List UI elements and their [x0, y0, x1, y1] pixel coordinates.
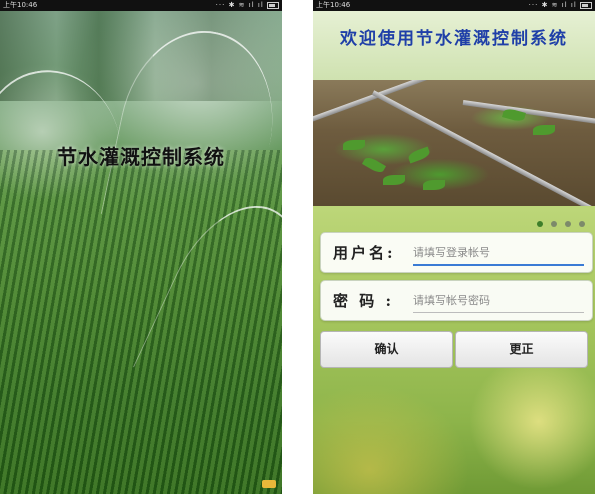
seedling-leaf: [361, 155, 387, 175]
status-time: 上午10:46: [3, 1, 38, 9]
carousel-dot[interactable]: [564, 221, 571, 227]
seedling-leaf: [406, 146, 432, 164]
password-input[interactable]: [413, 290, 583, 310]
seedling-leaf: [383, 175, 405, 185]
password-underline: [413, 312, 584, 313]
username-label: 用户名:: [333, 244, 396, 262]
drip-pipe: [313, 80, 455, 125]
username-focus-underline: [413, 264, 584, 266]
password-label: 密 码 :: [333, 292, 394, 310]
corner-logo-icon: [262, 480, 276, 488]
signal-wifi-icons: ··· ✱ ≋ ıl ıl: [528, 1, 577, 9]
password-row: 密 码 :: [320, 280, 593, 321]
carousel-banner-image[interactable]: [313, 80, 595, 206]
username-input[interactable]: [413, 242, 583, 262]
username-row: 用户名:: [320, 232, 593, 273]
seedling-leaf: [533, 125, 555, 135]
status-time: 上午10:46: [316, 1, 351, 9]
signal-wifi-icons: ··· ✱ ≋ ıl ıl: [215, 1, 264, 9]
seedling-leaf: [343, 140, 365, 150]
seedling-leaf: [423, 180, 445, 190]
carousel-dot[interactable]: [550, 221, 557, 227]
splash-screen: 上午10:46 ··· ✱ ≋ ıl ıl 节水灌溉控制系统: [0, 0, 282, 494]
status-icons: ··· ✱ ≋ ıl ıl: [216, 0, 279, 11]
splash-title: 节水灌溉控制系统: [57, 145, 225, 169]
confirm-button[interactable]: 确认: [320, 331, 453, 368]
carousel-dot[interactable]: [579, 221, 585, 227]
battery-icon: [267, 1, 279, 9]
carousel-indicator[interactable]: [534, 212, 585, 231]
drip-pipe: [462, 100, 595, 126]
header-title: 欢迎使用节水灌溉控制系统: [340, 29, 568, 49]
carousel-dot[interactable]: [536, 221, 543, 227]
status-bar: 上午10:46 ··· ✱ ≋ ıl ıl: [0, 0, 282, 11]
battery-icon: [580, 1, 592, 9]
status-icons: ··· ✱ ≋ ıl ıl: [529, 0, 592, 11]
correct-button[interactable]: 更正: [455, 331, 588, 368]
status-bar: 上午10:46 ··· ✱ ≋ ıl ıl: [313, 0, 595, 11]
login-screen: 上午10:46 ··· ✱ ≋ ıl ıl 欢迎使用节水灌溉控制系统 用户名: …: [313, 0, 595, 494]
